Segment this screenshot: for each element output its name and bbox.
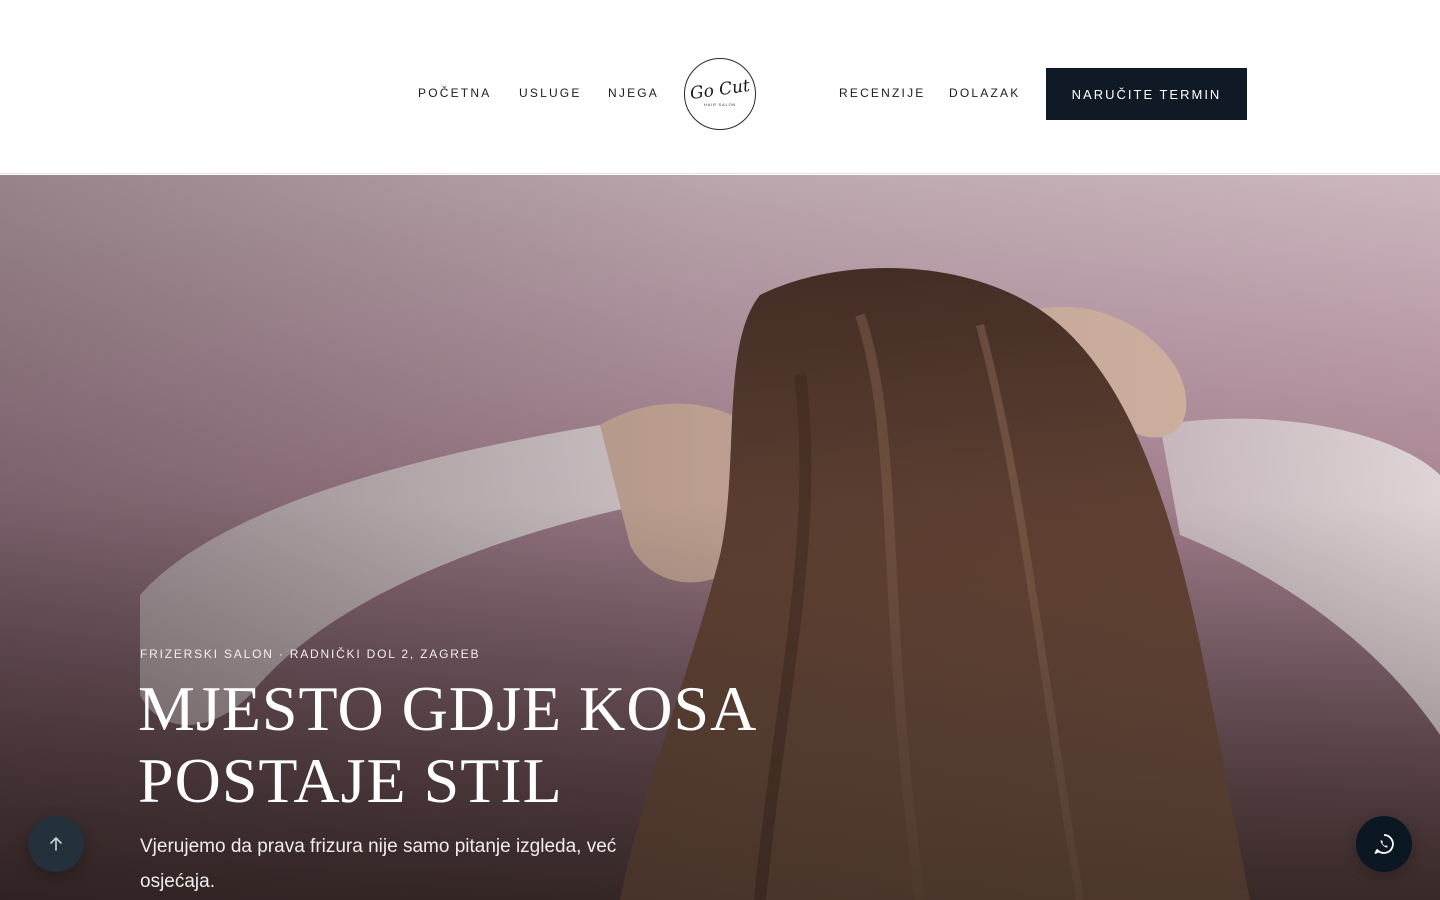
hero-eyebrow: FRIZERSKI SALON · RADNIČKI DOL 2, ZAGREB: [140, 647, 481, 661]
arrow-up-icon: [50, 837, 62, 851]
whatsapp-button[interactable]: [1356, 816, 1412, 872]
whatsapp-icon: [1374, 834, 1394, 854]
nav-link-pocetna[interactable]: POČETNA: [418, 86, 491, 100]
nav-link-njega[interactable]: NJEGA: [608, 86, 659, 100]
hero-subtext: Vjerujemo da prava frizura nije samo pit…: [140, 836, 617, 892]
nav-link-usluge[interactable]: USLUGE: [519, 86, 582, 100]
nav-link-dolazak[interactable]: DOLAZAK: [949, 86, 1020, 100]
hero-headline-line-1: MJESTO GDJE KOSA: [138, 673, 758, 744]
nav-link-recenzije[interactable]: RECENZIJE: [839, 86, 925, 100]
book-appointment-button[interactable]: NARUČITE TERMIN: [1046, 68, 1247, 120]
site-header: POČETNA USLUGE NJEGA Go Cut HAIR SALON R…: [0, 0, 1440, 174]
hero-headline-line-2: POSTAJE STIL: [138, 745, 563, 816]
hero-section: FRIZERSKI SALON · RADNIČKI DOL 2, ZAGREB…: [0, 175, 1440, 900]
hero-headline: MJESTO GDJE KOSA POSTAJE STIL: [138, 673, 778, 817]
salon-logo[interactable]: Go Cut HAIR SALON: [684, 58, 756, 130]
logo-script-text: Go Cut: [688, 75, 752, 104]
logo-subtitle: HAIR SALON: [703, 101, 737, 107]
scroll-to-top-button[interactable]: [28, 816, 84, 872]
